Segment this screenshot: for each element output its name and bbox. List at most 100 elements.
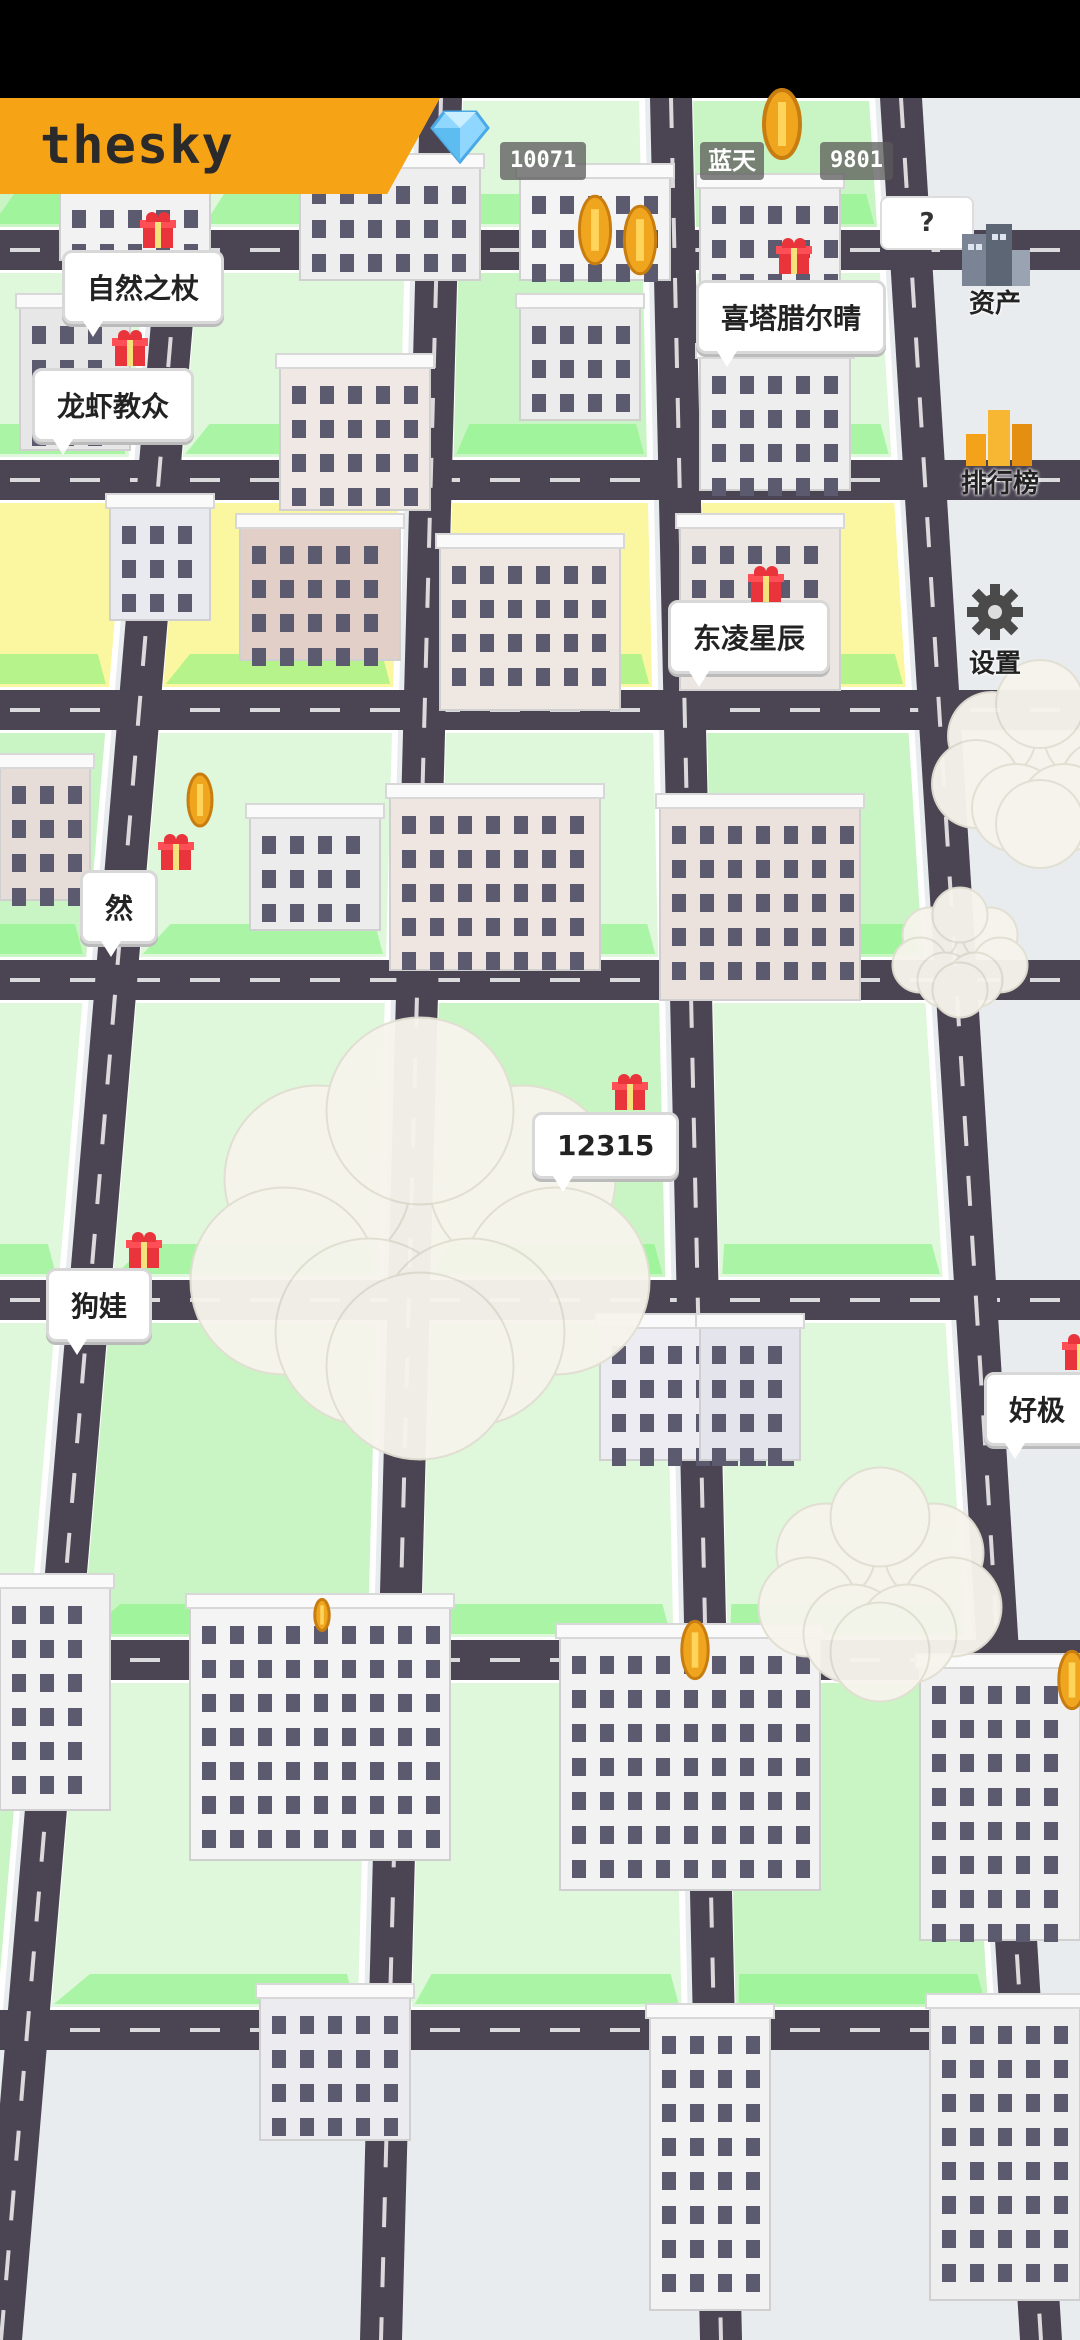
gift-box-icon[interactable] (748, 566, 784, 602)
gift-box-icon[interactable] (1062, 1334, 1080, 1370)
building-window (776, 546, 790, 564)
building (925, 1993, 1080, 2301)
gift-box-icon[interactable] (158, 834, 194, 870)
building-window (1054, 2196, 1068, 2214)
building-window (1054, 2162, 1068, 2180)
building-window (640, 1448, 654, 1466)
building-window (740, 478, 754, 496)
building-window (740, 1724, 754, 1742)
building-window (514, 884, 528, 902)
gold-coin-pickup (680, 1619, 710, 1681)
building-window (68, 1606, 82, 1624)
building-window (988, 1686, 1002, 1704)
building-window (1044, 1890, 1058, 1908)
building-window (356, 2016, 370, 2034)
building-window (430, 884, 444, 902)
building-window (960, 1856, 974, 1874)
coin-shine (197, 784, 203, 816)
player-name-bubble[interactable]: 龙虾教众 (32, 368, 195, 455)
building-window (12, 854, 26, 872)
building-window (508, 600, 522, 618)
building-window (12, 1708, 26, 1726)
building-window (572, 1792, 586, 1810)
gold-coin-pickup (186, 772, 214, 828)
building-window (252, 648, 266, 666)
building-window (1044, 1754, 1058, 1772)
gift-box-icon[interactable] (612, 1074, 648, 1110)
building-window (564, 668, 578, 686)
building-window (942, 2264, 956, 2282)
building-window (932, 1788, 946, 1806)
building-window (1054, 2026, 1068, 2044)
building-window (796, 1792, 810, 1810)
road-marking (850, 248, 880, 252)
building-window (740, 410, 754, 428)
green-glow (0, 1244, 56, 1274)
building-window (960, 1788, 974, 1806)
building (105, 493, 215, 621)
building-window (398, 1796, 412, 1814)
building-window (398, 1660, 412, 1678)
building-wall (59, 149, 211, 261)
building-window (150, 594, 164, 612)
building-window (784, 860, 798, 878)
building-window (368, 186, 382, 204)
gift-box-icon[interactable] (126, 1232, 162, 1268)
gift-box-icon[interactable] (776, 238, 812, 274)
building-window (384, 2084, 398, 2102)
building-window (402, 952, 416, 970)
building-window (342, 1762, 356, 1780)
gift-box-icon[interactable] (112, 330, 148, 366)
building-window (458, 918, 472, 936)
player-name-bubble[interactable]: 12315 (532, 1112, 680, 1192)
road-marking (550, 2028, 580, 2032)
building-window (560, 196, 574, 214)
gift-box-icon[interactable] (140, 212, 176, 248)
building-window (662, 2138, 676, 2156)
player-name-bubble[interactable]: 自然之杖 (62, 250, 225, 337)
building-window (712, 1724, 726, 1742)
settings-button[interactable]: 设置 (940, 580, 1050, 680)
building-window (536, 600, 550, 618)
building-window (628, 1826, 642, 1844)
player-name-bubble[interactable]: 好极 (984, 1372, 1080, 1459)
player-name-bubble[interactable]: 喜塔腊尔晴 (696, 280, 887, 367)
building-window (662, 2274, 676, 2292)
building-window (718, 2070, 732, 2088)
building-roof (55, 143, 215, 159)
building-window (960, 1754, 974, 1772)
building-window (258, 1694, 272, 1712)
building-window (150, 526, 164, 544)
building-window (40, 1776, 54, 1794)
building-window (756, 860, 770, 878)
coin-shine (591, 209, 599, 251)
building-window (768, 206, 782, 224)
building-window (612, 1448, 626, 1466)
building-window (588, 394, 602, 412)
city-block (707, 997, 950, 1283)
leaderboard-button[interactable]: 排行榜 (940, 400, 1060, 500)
building-window (960, 1720, 974, 1738)
road-marking (850, 478, 880, 482)
player-name-bubble[interactable]: 狗娃 (46, 1268, 153, 1355)
building-window (230, 1694, 244, 1712)
building-roof (695, 173, 845, 189)
building-window (308, 648, 322, 666)
player-name-bubble[interactable]: 东凌星辰 (668, 600, 831, 687)
building-window (592, 668, 606, 686)
player-name-bubble[interactable]: 然 (80, 870, 159, 957)
building-window (68, 820, 82, 838)
building-window (370, 1830, 384, 1848)
building-window (346, 870, 360, 888)
building-window (616, 360, 630, 378)
building-window (768, 1724, 782, 1742)
assets-button[interactable]: 资产 (940, 220, 1050, 320)
building-window (960, 1890, 974, 1908)
building-window (1026, 2060, 1040, 2078)
building-window (1044, 1788, 1058, 1806)
building-roof (675, 513, 845, 529)
building-window (812, 826, 826, 844)
building-window (712, 1860, 726, 1878)
building-window (202, 1728, 216, 1746)
building-window (1016, 1754, 1030, 1772)
